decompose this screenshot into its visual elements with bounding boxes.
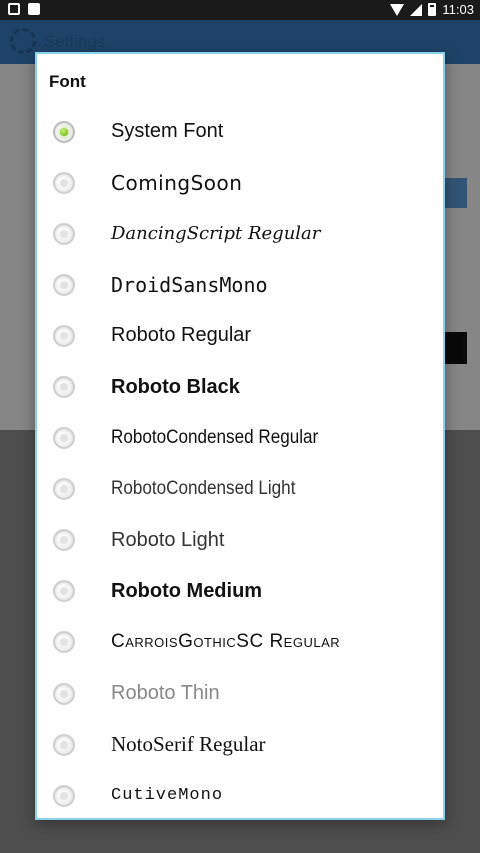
radio-icon[interactable]	[53, 273, 75, 296]
radio-icon[interactable]	[53, 733, 75, 756]
a-icon	[28, 3, 40, 15]
font-option-label: DancingScript Regular	[111, 223, 321, 245]
radio-icon[interactable]	[53, 376, 75, 399]
font-option-comingsoon[interactable]: ComingSoon	[37, 157, 443, 208]
font-option-label: CarroisGothicSC Regular	[111, 631, 341, 653]
font-list: System Font ComingSoon DancingScript Reg…	[37, 106, 443, 821]
radio-icon[interactable]	[53, 682, 75, 705]
radio-icon[interactable]	[53, 222, 75, 245]
font-option-label: ComingSoon	[111, 170, 243, 195]
font-option-droidsansmono[interactable]: DroidSansMono	[37, 259, 443, 310]
battery-icon	[428, 3, 437, 16]
font-option-roboto-black[interactable]: Roboto Black	[37, 361, 443, 412]
radio-icon[interactable]	[53, 171, 75, 194]
font-option-label: NotoSerif Regular	[111, 732, 266, 757]
font-option-notoserif-regular[interactable]: NotoSerif Regular	[37, 719, 443, 770]
image-icon	[8, 3, 20, 15]
radio-icon[interactable]	[53, 478, 75, 501]
radio-icon[interactable]	[53, 427, 75, 450]
radio-selected-icon[interactable]	[53, 120, 75, 143]
font-option-roboto-thin[interactable]: Roboto Thin	[37, 668, 443, 719]
status-time: 11:03	[442, 2, 474, 17]
font-option-system-font[interactable]: System Font	[37, 106, 443, 157]
font-option-cutivemono[interactable]: CutiveMono	[37, 770, 443, 821]
font-option-label: System Font	[111, 120, 224, 143]
font-option-roboto-medium[interactable]: Roboto Medium	[37, 566, 443, 617]
font-option-roboto-light[interactable]: Roboto Light	[37, 515, 443, 566]
font-option-carroisgothicsc-regular[interactable]: CarroisGothicSC Regular	[37, 617, 443, 668]
font-option-label: CutiveMono	[111, 786, 224, 806]
status-bar: 11:03	[0, 0, 480, 20]
font-option-label: RobotoCondensed Light	[111, 478, 296, 500]
radio-icon[interactable]	[53, 529, 75, 552]
radio-icon[interactable]	[53, 324, 75, 347]
font-option-robotocondensed-light[interactable]: RobotoCondensed Light	[37, 464, 443, 515]
signal-icon	[410, 3, 423, 16]
font-option-label: Roboto Regular	[111, 324, 252, 347]
font-option-roboto-regular[interactable]: Roboto Regular	[37, 310, 443, 361]
font-option-label: Roboto Medium	[111, 579, 263, 602]
wifi-icon	[390, 3, 405, 16]
font-option-dancingscript-regular[interactable]: DancingScript Regular	[37, 208, 443, 259]
font-option-robotocondensed-regular[interactable]: RobotoCondensed Regular	[37, 413, 443, 464]
font-option-label: RobotoCondensed Regular	[111, 427, 319, 449]
font-option-label: Roboto Light	[111, 528, 225, 551]
dialog-title: Font	[49, 72, 86, 91]
font-option-label: Roboto Thin	[111, 682, 220, 705]
radio-icon[interactable]	[53, 631, 75, 654]
font-option-label: Roboto Black	[111, 375, 240, 398]
radio-icon[interactable]	[53, 784, 75, 807]
font-dialog: Font System Font ComingSoon DancingScrip…	[35, 52, 445, 820]
font-option-label: DroidSansMono	[111, 272, 268, 297]
radio-icon[interactable]	[53, 580, 75, 603]
